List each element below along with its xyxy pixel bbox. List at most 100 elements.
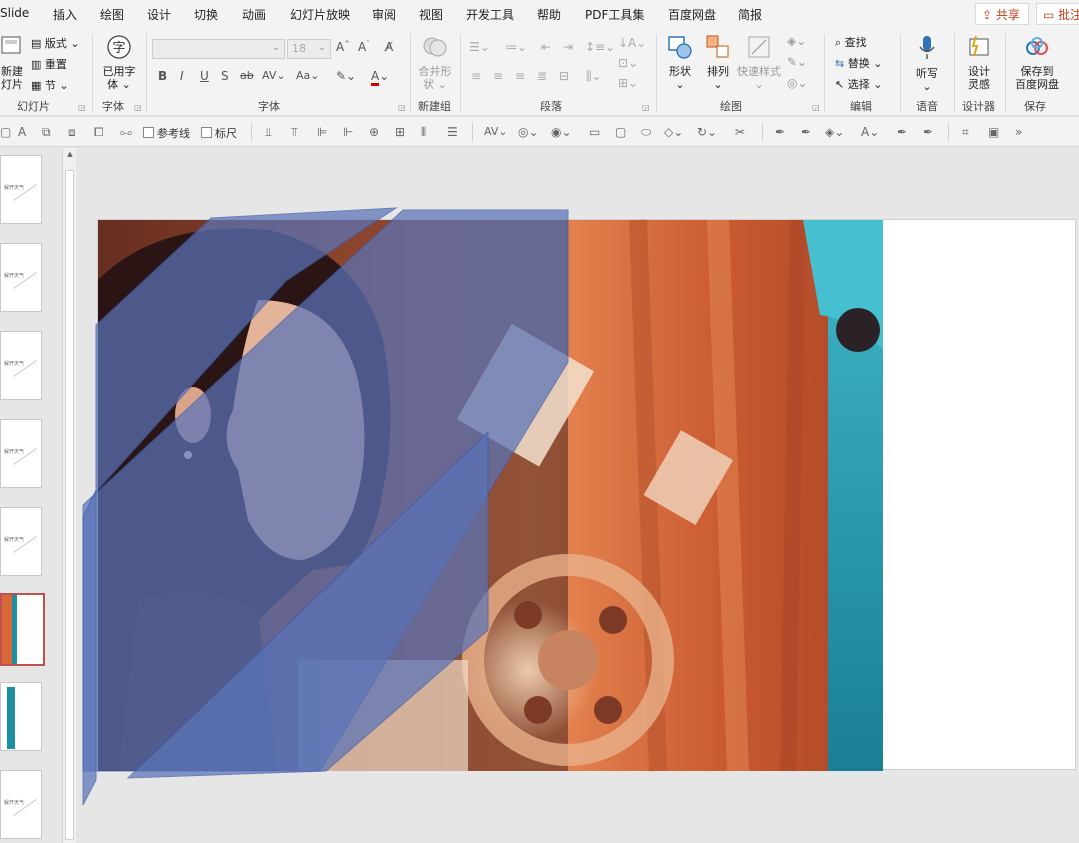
eyedropper-icon[interactable]: ✒ <box>775 125 789 139</box>
send-backward-icon[interactable]: ⧟ <box>120 125 134 139</box>
layout-button[interactable]: ▤ 版式 ⌄ <box>31 35 80 51</box>
scrollbar-thumb[interactable] <box>65 170 74 840</box>
eyedropper-glow-icon[interactable]: ✒ <box>923 125 937 139</box>
line-spacing-icon[interactable]: ↕≡⌄ <box>585 40 615 54</box>
rounded-rectangle-icon[interactable]: ▢ <box>615 125 629 139</box>
quick-styles-button[interactable]: 快速样式 ⌄ <box>736 34 782 91</box>
dialog-launcher-icon[interactable]: ◲ <box>78 103 86 112</box>
dictate-button[interactable]: 听写 ⌄ <box>908 34 946 93</box>
design-ideas-button[interactable]: 设计 灵感 <box>958 34 1000 91</box>
text-direction-icon[interactable]: ↓A⌄ <box>618 36 646 50</box>
align-left-objects-icon[interactable]: ⊫ <box>317 125 331 139</box>
slide[interactable] <box>82 207 1076 806</box>
format-painter-icon[interactable]: ✂ <box>735 125 749 139</box>
tab-transitions[interactable]: 切换 <box>194 6 218 23</box>
group-icon[interactable]: ⧉ <box>42 125 56 139</box>
bold-icon[interactable]: B <box>158 69 167 83</box>
eyedropper-text-icon[interactable]: ✒ <box>897 125 911 139</box>
save-to-baidu-button[interactable]: 保存到 百度网盘 <box>1010 34 1064 91</box>
tab-animations[interactable]: 动画 <box>242 6 266 23</box>
slide-thumbnail[interactable]: 解开天气 <box>0 155 42 224</box>
increase-indent-icon[interactable]: ⇥ <box>563 40 573 54</box>
more-shapes-icon[interactable]: ◇⌄ <box>664 125 692 139</box>
dialog-launcher-icon[interactable]: ◲ <box>642 103 650 112</box>
bullets-icon[interactable]: ☰⌄ <box>469 40 490 54</box>
highlight-icon[interactable]: ✎⌄ <box>336 69 356 83</box>
merge-shapes-button[interactable]: 合并形 状 ⌄ <box>414 34 456 91</box>
shapes-button[interactable]: 形状 ⌄ <box>662 34 698 91</box>
font-color-icon[interactable]: A⌄ <box>371 69 389 86</box>
align-left-icon[interactable]: ≡ <box>471 69 481 83</box>
char-spacing-icon[interactable]: AV⌄ <box>262 69 286 82</box>
clear-format-icon[interactable]: A̸ <box>385 40 393 54</box>
distribute-horizontal-icon[interactable]: ⫴ <box>421 125 435 139</box>
thumbnail-scrollbar[interactable]: ▲ <box>62 148 76 843</box>
tab-pdf-tools[interactable]: PDF工具集 <box>585 6 644 23</box>
numbering-icon[interactable]: ≔⌄ <box>505 40 527 54</box>
guides-checkbox[interactable]: 参考线 <box>143 125 190 141</box>
slide-thumbnail[interactable] <box>0 682 42 751</box>
comments-button[interactable]: ▭ 批注 <box>1036 3 1079 25</box>
reset-button[interactable]: ▥ 重置 <box>31 56 67 72</box>
columns-icon[interactable]: ⫼⌄ <box>586 69 602 84</box>
dialog-launcher-icon[interactable]: ◲ <box>812 103 820 112</box>
oval-icon[interactable]: ⬭ <box>641 125 655 139</box>
bring-forward-icon[interactable]: ⧠ <box>94 125 108 139</box>
tab-review[interactable]: 审阅 <box>372 6 396 23</box>
underline-icon[interactable]: U <box>200 69 209 83</box>
tab-briefing[interactable]: 简报 <box>738 6 762 23</box>
shape-effects-icon[interactable]: ◎⌄ <box>787 76 808 90</box>
character-spacing-icon[interactable]: AV⌄ <box>484 125 514 139</box>
slide-thumbnail-selected[interactable] <box>0 593 45 666</box>
slide-thumbnail[interactable]: 解开天气 <box>0 419 42 488</box>
ungroup-icon[interactable]: ⧈ <box>68 125 82 139</box>
scroll-up-icon[interactable]: ▲ <box>65 150 75 160</box>
rotate-icon[interactable]: ↻⌄ <box>697 125 725 139</box>
align-bottom-icon[interactable]: ⫫ <box>265 125 279 139</box>
tab-view[interactable]: 视图 <box>419 6 443 23</box>
shape-outline-icon[interactable]: ◉⌄ <box>551 125 579 139</box>
increase-font-icon[interactable]: A^ <box>336 40 350 54</box>
dialog-launcher-icon[interactable]: ◲ <box>134 103 142 112</box>
align-text-icon[interactable]: ⊡⌄ <box>618 56 638 70</box>
eyedropper-outline-icon[interactable]: ✒ <box>801 125 815 139</box>
tab-draw[interactable]: 绘图 <box>100 6 124 23</box>
smartart-icon[interactable]: ⊞⌄ <box>618 76 638 90</box>
font-name-combobox[interactable]: ⌄ <box>152 39 285 59</box>
ruler-checkbox[interactable]: 标尺 <box>201 125 237 141</box>
shadow-icon[interactable]: S <box>221 69 229 83</box>
fill-color-icon[interactable]: ◈⌄ <box>825 125 853 139</box>
strikethrough-icon[interactable]: ab <box>240 69 254 82</box>
section-button[interactable]: ▦ 节 ⌄ <box>31 77 69 93</box>
text-frame-icon[interactable]: A <box>18 125 32 139</box>
tab-slideshow[interactable]: 幻灯片放映 <box>290 6 350 23</box>
dialog-launcher-icon[interactable]: ◲ <box>398 103 406 112</box>
tab-baidu-pan[interactable]: 百度网盘 <box>668 6 716 23</box>
tab-developer[interactable]: 开发工具 <box>466 6 514 23</box>
arrange-button[interactable]: 排列 ⌄ <box>700 34 736 91</box>
tab-slide[interactable]: Slide <box>0 6 29 20</box>
align-right-icon[interactable]: ≡ <box>515 69 525 83</box>
select-button[interactable]: ↖ 选择 ⌄ <box>835 76 882 92</box>
justify-icon[interactable]: ≣ <box>537 69 547 83</box>
more-commands-icon[interactable]: » <box>1015 125 1029 139</box>
align-top-icon[interactable]: ⫪ <box>291 125 305 139</box>
slide-thumbnail[interactable]: 解开天气 <box>0 331 42 400</box>
decrease-font-icon[interactable]: Aˇ <box>358 40 370 54</box>
textbox-icon[interactable]: ▢ <box>0 125 14 139</box>
picture-icon[interactable]: ▣ <box>988 125 1002 139</box>
replace-button[interactable]: ⇆ 替换 ⌄ <box>835 55 882 71</box>
rectangle-icon[interactable]: ▭ <box>589 125 603 139</box>
align-center-objects-icon[interactable]: ⊞ <box>395 125 409 139</box>
italic-icon[interactable]: I <box>180 69 184 83</box>
distribute-vertical-icon[interactable]: ☰ <box>447 125 461 139</box>
shape-outline-icon[interactable]: ✎⌄ <box>787 55 807 69</box>
slide-thumbnail[interactable]: 解开天气 <box>0 770 42 839</box>
decrease-indent-icon[interactable]: ⇤ <box>541 40 551 54</box>
align-center-icon[interactable]: ≡ <box>493 69 503 83</box>
slide-thumbnail[interactable]: 解开天气 <box>0 243 42 312</box>
change-case-icon[interactable]: Aa⌄ <box>296 69 319 82</box>
shape-fill-icon[interactable]: ◈⌄ <box>787 34 806 48</box>
share-button[interactable]: ⇪ 共享 <box>975 3 1029 25</box>
distributed-icon[interactable]: ⊟ <box>559 69 569 83</box>
